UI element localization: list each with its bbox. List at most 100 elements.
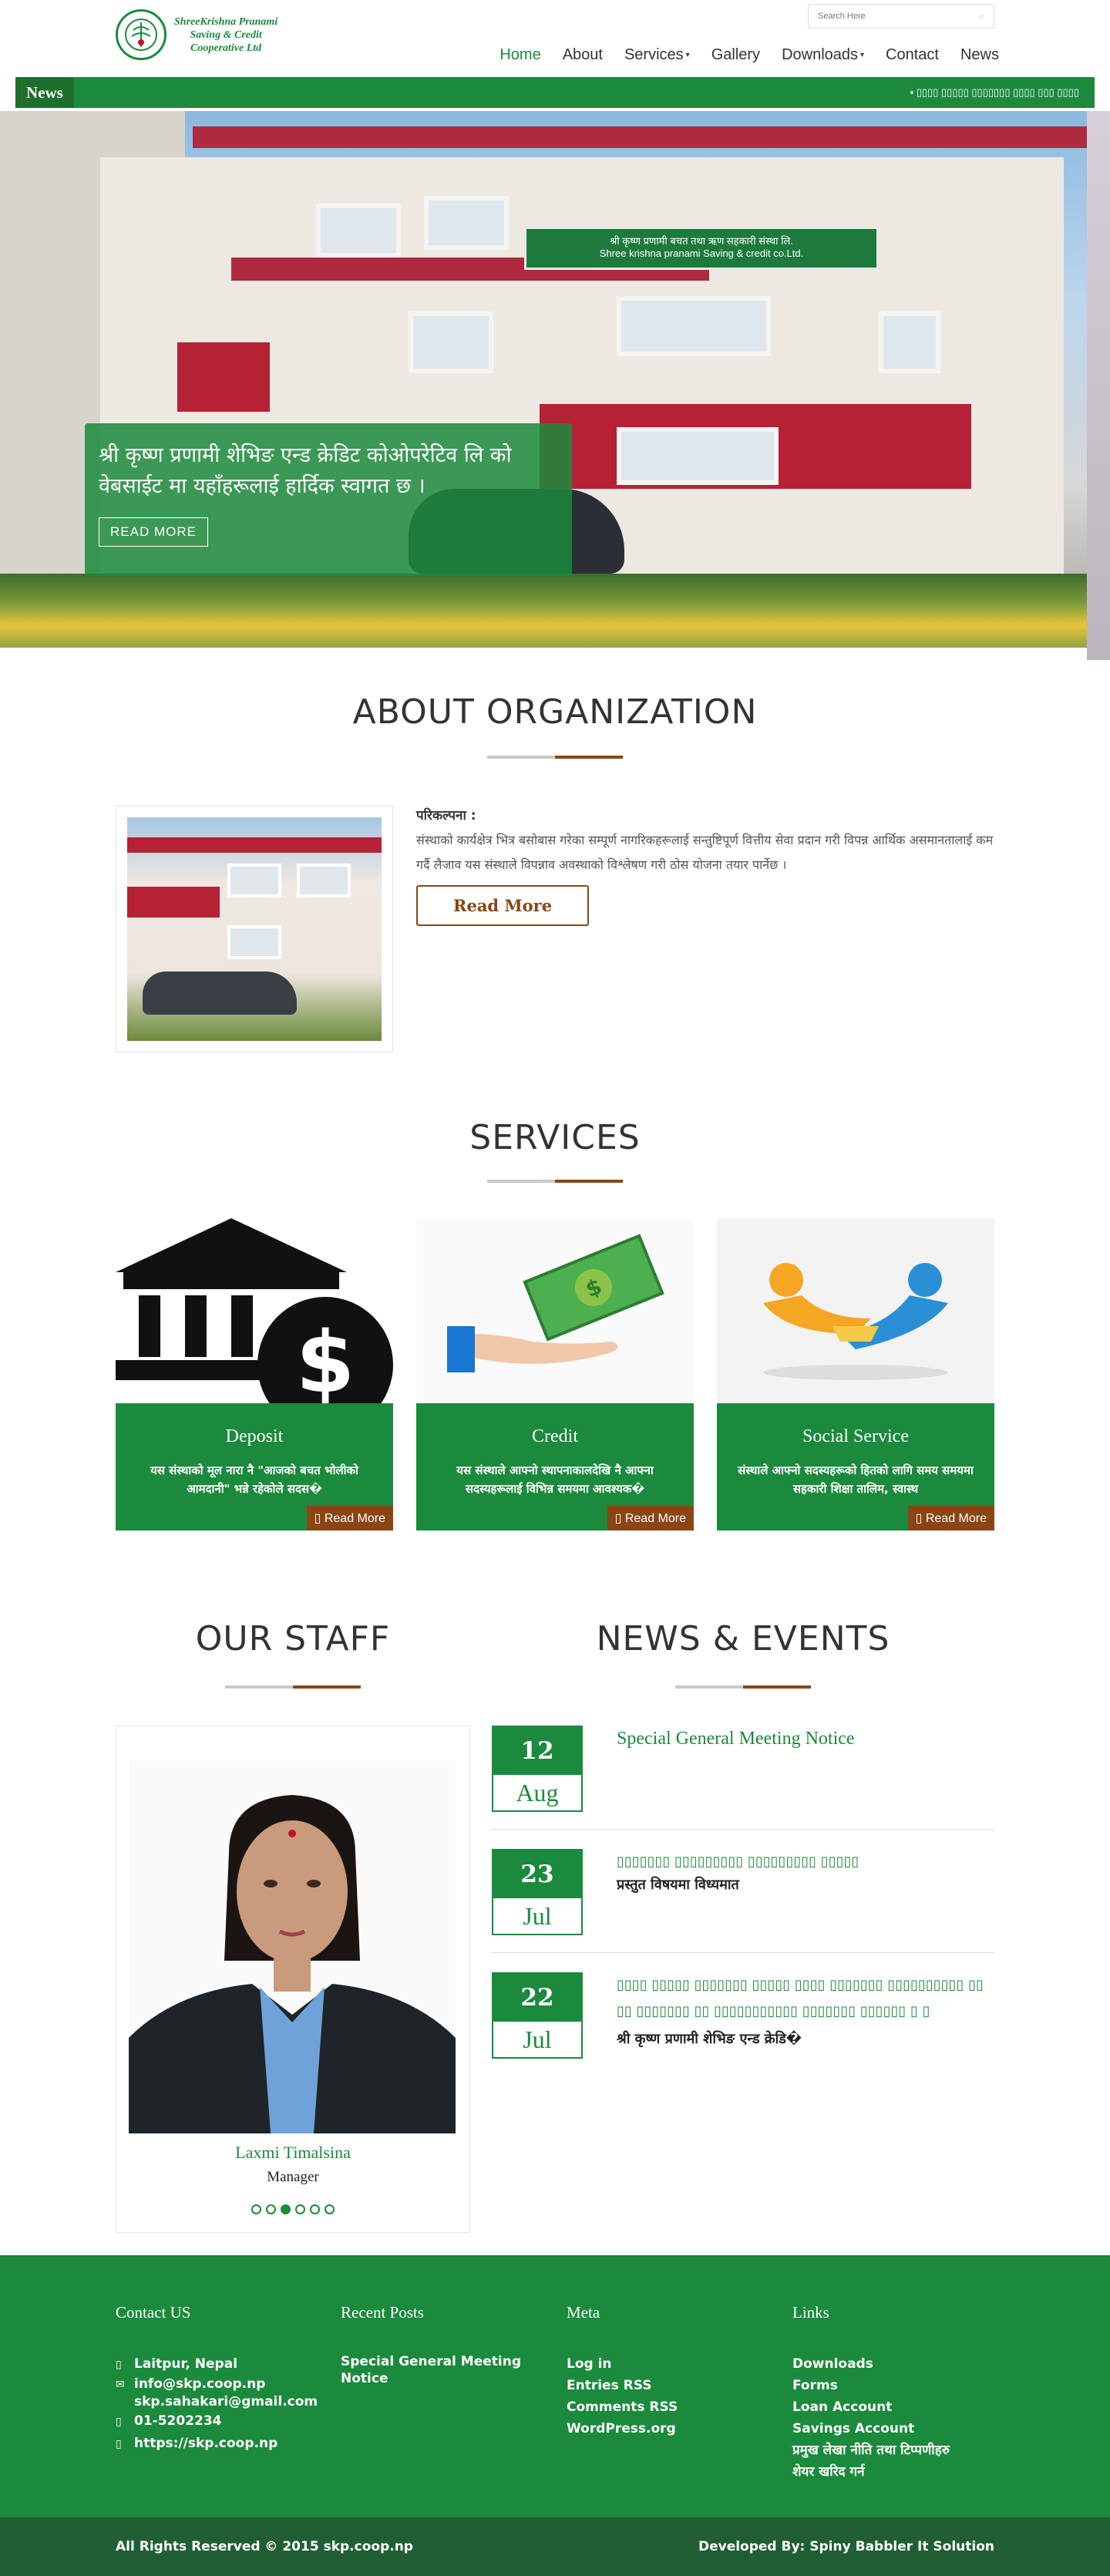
nav-news[interactable]: News bbox=[950, 43, 1010, 67]
footer-contact-title: Contact US bbox=[116, 2303, 191, 2322]
footer-link[interactable]: शेयर खरिद गर्न bbox=[792, 2461, 1001, 2483]
about-heading: परिकल्पना : bbox=[416, 808, 476, 823]
sign-line-1: श्री कृष्ण प्रणामी बचत तथा ऋण सहकारी संस… bbox=[610, 235, 793, 247]
about-title-underline bbox=[487, 756, 623, 759]
nav-downloads[interactable]: Downloads ▾ bbox=[771, 43, 875, 67]
footer-email-text: info@skp.coop.np bbox=[134, 2376, 266, 2392]
hero-next-slide-peek[interactable] bbox=[1087, 111, 1110, 660]
footer-recent-posts: Recent Posts Special General Meeting Not… bbox=[341, 2303, 533, 2387]
news-month: Aug bbox=[516, 1779, 559, 1807]
carousel-dot[interactable] bbox=[325, 2204, 335, 2214]
service-text: यस संस्थाले आफ्नो स्थापनाकालदेखि नै आफ्न… bbox=[456, 1463, 654, 1496]
footer-links: Links Downloads Forms Loan Account Savin… bbox=[792, 2303, 1001, 2483]
footer-link[interactable]: Loan Account bbox=[792, 2396, 1001, 2418]
credit-image: $ bbox=[416, 1218, 694, 1403]
nav-gallery-label: Gallery bbox=[711, 46, 761, 63]
about-title: ABOUT ORGANIZATION bbox=[352, 692, 758, 732]
service-name: Social Service bbox=[802, 1426, 909, 1446]
envelope-icon: ✉ bbox=[116, 2379, 125, 2391]
logo-emblem-icon bbox=[116, 9, 166, 60]
footer-link[interactable]: Savings Account bbox=[792, 2418, 1001, 2440]
service-card-credit[interactable]: $ Credit यस संस्थाले आफ्नो स्थापनाकालदेख… bbox=[416, 1218, 694, 1530]
news-month: Jul bbox=[523, 1902, 552, 1930]
news-item[interactable]: 12 Aug Special General Meeting Notice bbox=[492, 1726, 994, 1812]
nav-gallery[interactable]: Gallery bbox=[701, 43, 771, 67]
read-more-label: Read More bbox=[925, 1512, 987, 1525]
hero-window bbox=[409, 311, 493, 373]
sign-line-2: Shree krishna pranami Saving & credit co… bbox=[599, 247, 804, 259]
carousel-dot[interactable] bbox=[251, 2204, 261, 2214]
service-name: Deposit bbox=[225, 1426, 284, 1446]
developer-credit[interactable]: Developed By: Spiny Babbler It Solution bbox=[698, 2539, 994, 2554]
about-read-more-button[interactable]: Read More bbox=[416, 885, 590, 926]
news-day: 22 bbox=[493, 1974, 581, 2022]
ticker-text[interactable]: ▪ ▯▯▯▯ ▯▯▯▯▯ ▯▯▯▯▯▯▯ ▯▯▯▯ ▯▯▯ ▯▯▯▯ bbox=[910, 86, 1095, 99]
footer-links-title: Links bbox=[792, 2303, 829, 2322]
footer-meta-link[interactable]: WordPress.org bbox=[567, 2418, 759, 2440]
footer-recent-link[interactable]: Special General Meeting Notice bbox=[341, 2353, 533, 2387]
carousel-dot[interactable] bbox=[295, 2204, 305, 2214]
footer-link[interactable]: प्रमुख लेखा नीति तथा टिप्पणीहरु bbox=[792, 2440, 1001, 2461]
footer-link[interactable]: Forms bbox=[792, 2375, 1001, 2396]
service-card-deposit[interactable]: $ Deposit यस संस्थाको मूल नारा नै "आजको … bbox=[116, 1218, 393, 1530]
footer-meta-title: Meta bbox=[567, 2303, 600, 2322]
nav-contact[interactable]: Contact bbox=[875, 43, 950, 67]
logo-line-2: Saving & Credit bbox=[190, 29, 262, 41]
news-title-link[interactable]: Special General Meeting Notice bbox=[617, 1726, 994, 1752]
news-date: 23 Jul bbox=[492, 1849, 583, 1935]
search-input[interactable] bbox=[818, 12, 972, 21]
service-read-more-button[interactable]: ▯ Read More bbox=[306, 1506, 393, 1530]
staff-name[interactable]: Laxmi Timalsina bbox=[116, 2143, 469, 2163]
service-read-more-button[interactable]: ▯ Read More bbox=[607, 1506, 694, 1530]
chevron-down-icon: ▾ bbox=[860, 50, 865, 59]
footer-recent-title: Recent Posts bbox=[341, 2303, 424, 2322]
carousel-dots bbox=[116, 2204, 469, 2214]
carousel-dot[interactable] bbox=[266, 2204, 276, 2214]
footer-meta-link[interactable]: Log in bbox=[567, 2353, 759, 2375]
about-image bbox=[116, 806, 393, 1052]
news-item[interactable]: 22 Jul ▯▯▯▯ ▯▯▯▯▯ ▯▯▯▯▯▯▯ ▯▯▯▯▯ ▯▯▯▯ ▯▯▯… bbox=[492, 1972, 994, 2059]
nav-downloads-label: Downloads bbox=[782, 46, 859, 63]
footer-website[interactable]: ▯ https://skp.coop.np bbox=[116, 2433, 331, 2455]
hero-caption: श्री कृष्ण प्रणामी शेभिङ एन्ड क्रेडिट को… bbox=[85, 423, 572, 576]
news-day: 12 bbox=[493, 1727, 581, 1775]
search-box: ⌕ bbox=[808, 4, 994, 29]
news-day: 23 bbox=[493, 1850, 581, 1898]
footer-meta-link[interactable]: Comments RSS bbox=[567, 2396, 759, 2418]
carousel-dot[interactable] bbox=[310, 2204, 320, 2214]
news-title-link[interactable]: ▯▯▯▯▯▯▯ ▯▯▯▯▯▯▯▯▯ ▯▯▯▯▯▯▯▯▯ ▯▯▯▯▯ bbox=[617, 1849, 994, 1875]
services-title-underline bbox=[487, 1180, 623, 1183]
about-content: परिकल्पना : संस्थाको कार्यक्षेत्र भित्र … bbox=[416, 806, 994, 926]
logo[interactable]: ShreeKrishna Pranami Saving & Credit Coo… bbox=[116, 9, 278, 60]
handshake-icon bbox=[763, 1263, 948, 1380]
nav-home[interactable]: Home bbox=[489, 43, 551, 67]
footer-email[interactable]: ✉ info@skp.coop.np bbox=[116, 2376, 331, 2393]
about-text: संस्थाको कार्यक्षेत्र भित्र बसोबास गरेका… bbox=[416, 833, 994, 872]
news-ticker: News ▪ ▯▯▯▯ ▯▯▯▯▯ ▯▯▯▯▯▯▯ ▯▯▯▯ ▯▯▯ ▯▯▯▯ bbox=[15, 77, 1095, 108]
nav-about[interactable]: About bbox=[552, 43, 614, 67]
service-name: Credit bbox=[532, 1426, 578, 1446]
footer-email-2[interactable]: skp.sahakari@gmail.com bbox=[116, 2393, 331, 2410]
hero-window bbox=[617, 296, 771, 356]
footer-link[interactable]: Downloads bbox=[792, 2353, 1001, 2375]
nav-services[interactable]: Services ▾ bbox=[614, 43, 701, 67]
footer-meta-link[interactable]: Entries RSS bbox=[567, 2375, 759, 2396]
service-read-more-button[interactable]: ▯ Read More bbox=[907, 1506, 994, 1530]
news-date: 22 Jul bbox=[492, 1972, 583, 2059]
ticker-label: News bbox=[15, 77, 74, 108]
hand-money-icon: $ bbox=[447, 1234, 664, 1372]
footer-address: ▯ Laitpur, Nepal bbox=[116, 2353, 331, 2376]
map-marker-icon: ▯ bbox=[116, 2359, 122, 2371]
staff-portrait bbox=[129, 1760, 456, 2133]
footer-bottom-bar: All Rights Reserved © 2015 skp.coop.np D… bbox=[0, 2517, 1110, 2576]
hero-read-more-button[interactable]: READ MORE bbox=[99, 517, 208, 547]
service-card-social[interactable]: Social Service संस्थाले आफ्नो सदस्यहरूको… bbox=[717, 1218, 994, 1530]
footer-phone-text: 01-5202234 bbox=[134, 2413, 222, 2429]
carousel-dot-active[interactable] bbox=[281, 2204, 291, 2214]
news-title-link[interactable]: ▯▯▯▯ ▯▯▯▯▯ ▯▯▯▯▯▯▯ ▯▯▯▯▯ ▯▯▯▯ ▯▯▯▯▯▯▯ ▯▯… bbox=[617, 1972, 994, 2025]
copyright-text: All Rights Reserved © 2015 skp.coop.np bbox=[116, 2539, 413, 2554]
news-item[interactable]: 23 Jul ▯▯▯▯▯▯▯ ▯▯▯▯▯▯▯▯▯ ▯▯▯▯▯▯▯▯▯ ▯▯▯▯▯… bbox=[492, 1849, 994, 1935]
search-icon[interactable]: ⌕ bbox=[979, 11, 984, 22]
chevron-down-icon: ▾ bbox=[685, 50, 690, 59]
staff-carousel: Laxmi Timalsina Manager bbox=[116, 1726, 470, 2233]
